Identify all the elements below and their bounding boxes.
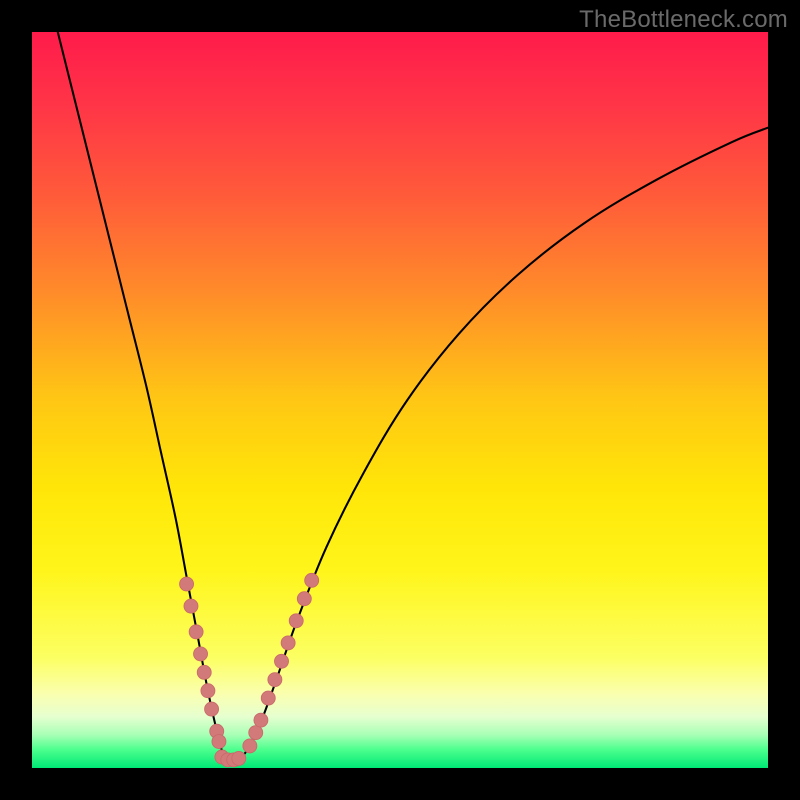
curve-marker	[194, 647, 208, 661]
curve-marker	[281, 636, 295, 650]
curve-marker	[197, 665, 211, 679]
curve-marker	[189, 625, 203, 639]
plot-area	[32, 32, 768, 768]
curve-marker	[243, 739, 257, 753]
curve-marker	[297, 592, 311, 606]
curve-marker	[212, 735, 226, 749]
curve-marker	[268, 673, 282, 687]
curve-marker	[180, 577, 194, 591]
curve-marker	[261, 691, 275, 705]
curve-marker	[232, 751, 246, 765]
curve-marker	[205, 702, 219, 716]
curve-marker	[254, 713, 268, 727]
marker-layer	[180, 573, 319, 767]
chart-stage: TheBottleneck.com	[0, 0, 800, 800]
watermark-text: TheBottleneck.com	[579, 6, 788, 34]
curve-marker	[289, 614, 303, 628]
curve-marker	[305, 573, 319, 587]
curve-layer	[32, 32, 768, 768]
curve-marker	[184, 599, 198, 613]
curve-right	[231, 128, 768, 764]
curve-marker	[201, 684, 215, 698]
curve-marker	[249, 726, 263, 740]
curve-marker	[275, 654, 289, 668]
